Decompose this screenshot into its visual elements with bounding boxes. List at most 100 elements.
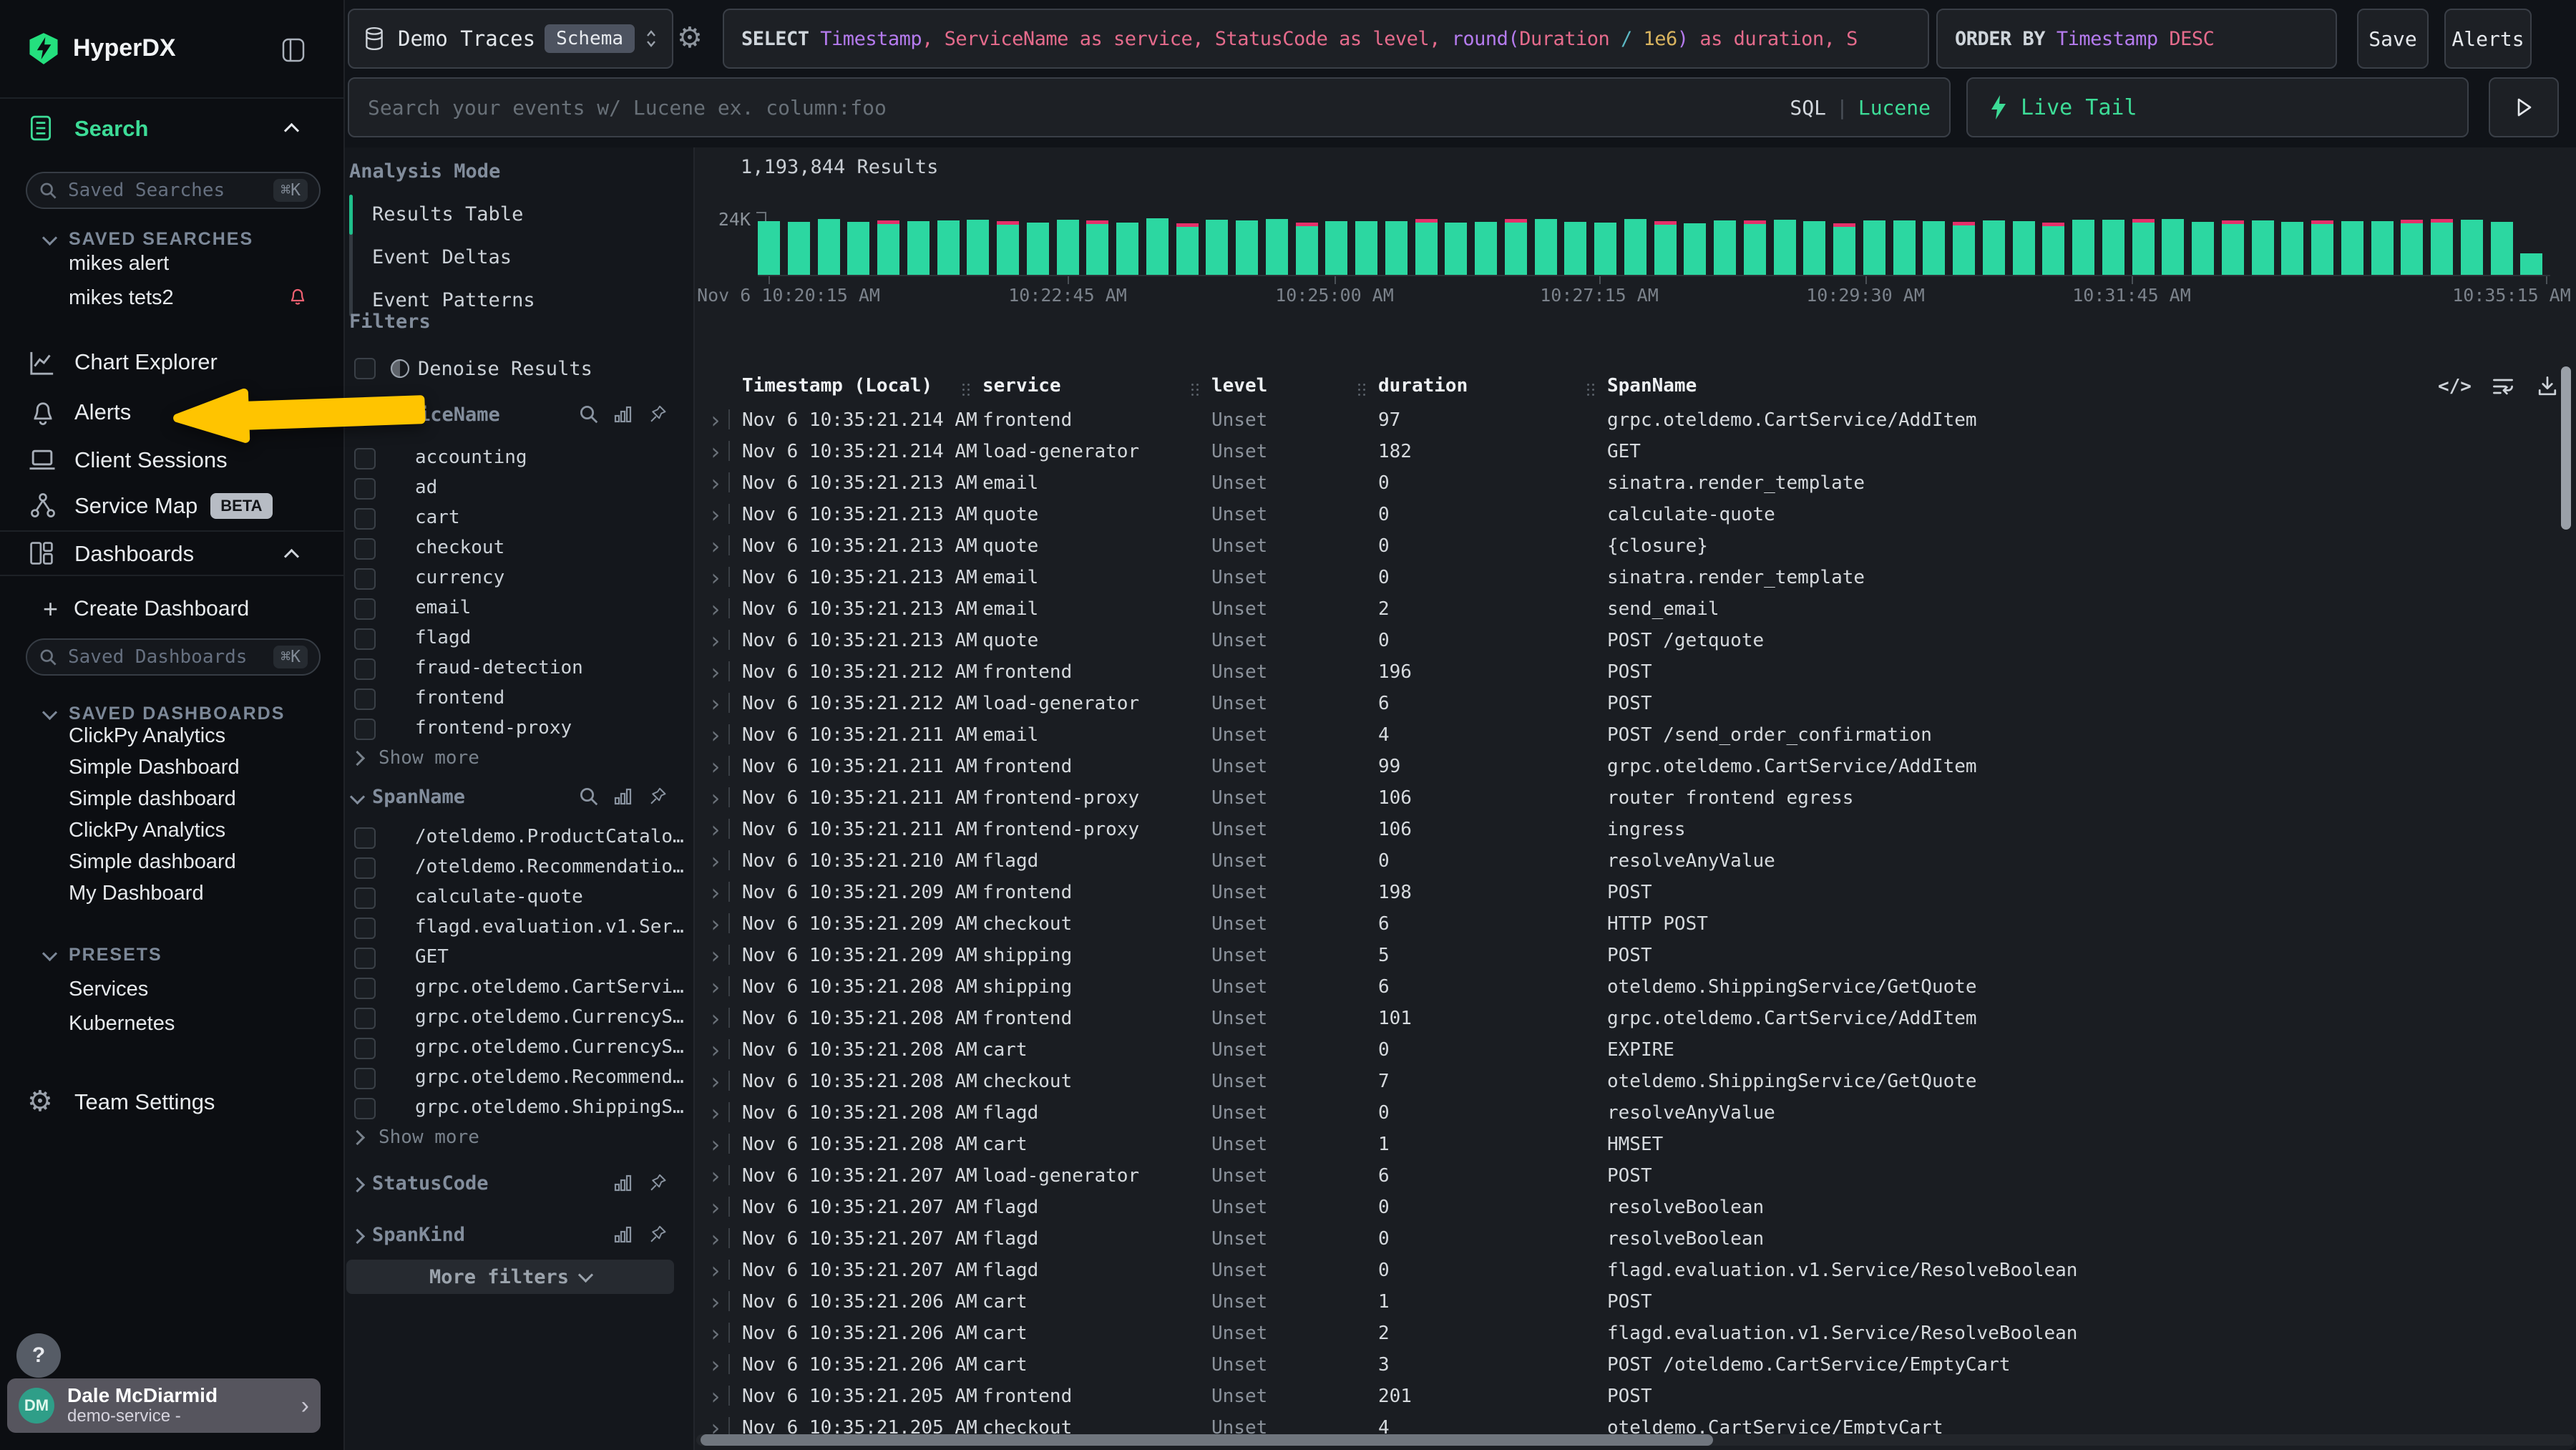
sidebar-item-service-map[interactable]: Service Map bbox=[74, 493, 197, 519]
checkbox[interactable] bbox=[354, 887, 376, 909]
chevron-up-icon[interactable] bbox=[284, 549, 299, 564]
more-filters-button[interactable]: More filters bbox=[346, 1260, 674, 1294]
alerts-button[interactable]: Alerts bbox=[2444, 9, 2532, 69]
chevron-down-icon[interactable] bbox=[42, 230, 57, 245]
histogram-bar[interactable] bbox=[1236, 220, 1258, 275]
histogram-bar[interactable] bbox=[1803, 221, 1825, 275]
create-dashboard-button[interactable]: + Create Dashboard bbox=[43, 594, 249, 624]
table-row[interactable]: ›Nov 6 10:35:21.205 AMfrontendUnset201PO… bbox=[695, 1380, 2576, 1411]
histogram-bar[interactable] bbox=[2461, 220, 2483, 275]
mode-sql[interactable]: SQL bbox=[1790, 96, 1826, 120]
histogram-bar[interactable] bbox=[1893, 220, 1916, 275]
table-row[interactable]: ›Nov 6 10:35:21.211 AMfrontend-proxyUnse… bbox=[695, 813, 2576, 845]
filter-option-label[interactable]: GET bbox=[415, 946, 449, 968]
filter-option-label[interactable]: /oteldemo.ProductCatalo… bbox=[415, 826, 684, 847]
checkbox[interactable] bbox=[354, 628, 376, 650]
expand-row-icon[interactable]: › bbox=[708, 1257, 722, 1284]
checkbox[interactable] bbox=[354, 719, 376, 740]
filter-option-label[interactable]: frontend-proxy bbox=[415, 717, 572, 739]
expand-row-icon[interactable]: › bbox=[708, 1162, 722, 1189]
histogram-bar[interactable] bbox=[1176, 223, 1199, 275]
column-header-level[interactable]: level bbox=[1211, 375, 1267, 396]
source-selector[interactable]: Demo Traces Schema bbox=[348, 9, 673, 69]
table-row[interactable]: ›Nov 6 10:35:21.206 AMcartUnset1POST bbox=[695, 1285, 2576, 1317]
filter-option-label[interactable]: grpc.oteldemo.ShippingS… bbox=[415, 1096, 684, 1118]
histogram-bar[interactable] bbox=[967, 220, 989, 275]
saved-dashboards-header[interactable]: SAVED DASHBOARDS bbox=[69, 704, 285, 724]
checkbox[interactable] bbox=[354, 1098, 376, 1119]
histogram-bar[interactable] bbox=[1564, 222, 1586, 275]
expand-row-icon[interactable]: › bbox=[708, 1351, 722, 1378]
table-row[interactable]: ›Nov 6 10:35:21.214 AMload-generatorUnse… bbox=[695, 435, 2576, 467]
expand-row-icon[interactable]: › bbox=[708, 1194, 722, 1221]
histogram-bar[interactable] bbox=[1116, 223, 1138, 275]
checkbox[interactable] bbox=[354, 538, 376, 560]
filter-group-spankind[interactable]: SpanKind bbox=[372, 1224, 465, 1246]
sidebar-item-team-settings[interactable]: Team Settings bbox=[74, 1089, 215, 1115]
filter-option-label[interactable]: flagd bbox=[415, 627, 471, 648]
column-drag-handle-icon[interactable] bbox=[1191, 384, 1194, 386]
histogram-bar[interactable] bbox=[1833, 223, 1855, 275]
histogram-bar[interactable] bbox=[1057, 220, 1079, 275]
saved-search-item[interactable]: mikes tets2 bbox=[69, 286, 174, 310]
expand-row-icon[interactable]: › bbox=[708, 942, 722, 969]
dashboard-item[interactable]: ClickPy Analytics bbox=[69, 724, 225, 748]
expand-row-icon[interactable]: › bbox=[708, 1068, 722, 1095]
chevron-right-icon[interactable] bbox=[350, 1229, 365, 1244]
expand-row-icon[interactable]: › bbox=[708, 1005, 722, 1032]
histogram-bar[interactable] bbox=[937, 220, 960, 275]
histogram-bar[interactable] bbox=[2252, 220, 2274, 275]
expand-row-icon[interactable]: › bbox=[708, 469, 722, 497]
filter-group-statuscode[interactable]: StatusCode bbox=[372, 1172, 489, 1194]
table-row[interactable]: ›Nov 6 10:35:21.208 AMshippingUnset6otel… bbox=[695, 970, 2576, 1002]
bar-chart-icon[interactable] bbox=[613, 404, 634, 425]
histogram-bar[interactable] bbox=[2431, 219, 2453, 275]
analysis-mode-option[interactable]: Event Patterns bbox=[372, 289, 535, 311]
horizontal-scrollbar-track[interactable] bbox=[696, 1434, 2575, 1446]
checkbox[interactable] bbox=[354, 1008, 376, 1029]
wrap-lines-icon[interactable] bbox=[2490, 374, 2516, 399]
expand-row-icon[interactable]: › bbox=[708, 407, 722, 434]
histogram-bar[interactable] bbox=[1146, 218, 1169, 275]
table-row[interactable]: ›Nov 6 10:35:21.213 AMquoteUnset0POST /g… bbox=[695, 624, 2576, 656]
table-row[interactable]: ›Nov 6 10:35:21.213 AMquoteUnset0{closur… bbox=[695, 530, 2576, 561]
table-row[interactable]: ›Nov 6 10:35:21.211 AMfrontend-proxyUnse… bbox=[695, 782, 2576, 813]
sidebar-item-chart-explorer[interactable]: Chart Explorer bbox=[74, 349, 218, 375]
histogram-bar[interactable] bbox=[1744, 220, 1766, 275]
checkbox[interactable] bbox=[354, 918, 376, 939]
filter-option-label[interactable]: cart bbox=[415, 507, 460, 528]
expand-row-icon[interactable]: › bbox=[708, 784, 722, 812]
column-header-service[interactable]: service bbox=[982, 375, 1061, 396]
column-header-timestamp[interactable]: Timestamp (Local) bbox=[742, 375, 932, 396]
expand-row-icon[interactable]: › bbox=[708, 879, 722, 906]
histogram-bar[interactable] bbox=[1863, 220, 1885, 275]
denoise-label[interactable]: Denoise Results bbox=[418, 358, 592, 380]
pin-icon[interactable] bbox=[647, 1172, 668, 1194]
histogram-bar[interactable] bbox=[2371, 221, 2394, 275]
table-row[interactable]: ›Nov 6 10:35:21.208 AMcheckoutUnset7otel… bbox=[695, 1065, 2576, 1096]
live-tail-button[interactable]: Live Tail bbox=[1966, 77, 2469, 137]
histogram-bar[interactable] bbox=[2491, 222, 2513, 275]
search-icon[interactable] bbox=[578, 404, 600, 425]
chevron-right-icon[interactable] bbox=[350, 1177, 365, 1192]
expand-row-icon[interactable]: › bbox=[708, 1288, 722, 1315]
expand-row-icon[interactable]: › bbox=[708, 1099, 722, 1127]
expand-row-icon[interactable]: › bbox=[708, 501, 722, 528]
settings-gear-icon[interactable]: ⚙ bbox=[677, 21, 703, 54]
checkbox[interactable] bbox=[354, 1068, 376, 1089]
histogram-bar[interactable] bbox=[1714, 220, 1736, 275]
vertical-scrollbar[interactable] bbox=[2561, 366, 2571, 530]
table-row[interactable]: ›Nov 6 10:35:21.207 AMflagdUnset0resolve… bbox=[695, 1222, 2576, 1254]
order-by-input[interactable]: ORDER BY Timestamp DESC bbox=[1936, 9, 2337, 69]
help-button[interactable]: ? bbox=[16, 1333, 61, 1378]
histogram-bar[interactable] bbox=[877, 220, 899, 275]
chevron-down-icon[interactable] bbox=[350, 789, 365, 804]
expand-row-icon[interactable]: › bbox=[708, 973, 722, 1001]
filter-option-label[interactable]: grpc.oteldemo.Recommend… bbox=[415, 1066, 684, 1088]
histogram-bar[interactable] bbox=[2192, 222, 2214, 275]
expand-row-icon[interactable]: › bbox=[708, 438, 722, 465]
table-row[interactable]: ›Nov 6 10:35:21.207 AMflagdUnset0resolve… bbox=[695, 1191, 2576, 1222]
table-row[interactable]: ›Nov 6 10:35:21.212 AMfrontendUnset196PO… bbox=[695, 656, 2576, 687]
expand-row-icon[interactable]: › bbox=[708, 1383, 722, 1410]
expand-row-icon[interactable]: › bbox=[708, 532, 722, 560]
